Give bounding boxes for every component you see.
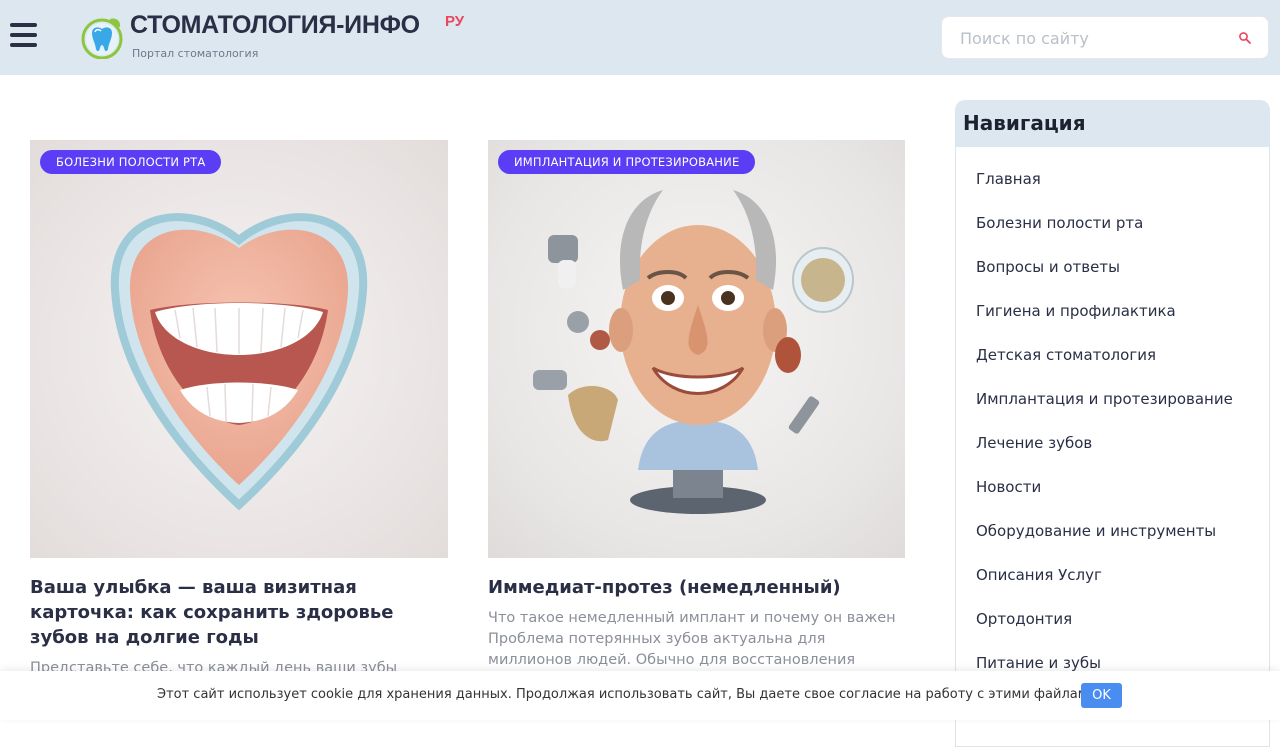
article-image[interactable]: ИМПЛАНТАЦИЯ И ПРОТЕЗИРОВАНИЕ <box>488 140 905 558</box>
category-badge[interactable]: ИМПЛАНТАЦИЯ И ПРОТЕЗИРОВАНИЕ <box>498 150 756 174</box>
search-icon[interactable] <box>1238 31 1252 45</box>
sidebar-item-services[interactable]: Описания Услуг <box>976 566 1102 584</box>
site-logo-suffix: РУ <box>445 13 465 30</box>
cookie-text: Этот сайт использует cookie для хранения… <box>157 687 1101 702</box>
article-image[interactable]: БОЛЕЗНИ ПОЛОСТИ РТА <box>30 140 448 558</box>
search-input[interactable] <box>960 27 1220 49</box>
menu-icon[interactable] <box>10 23 37 51</box>
sidebar-item-home[interactable]: Главная <box>976 170 1041 188</box>
sidebar-item-equipment[interactable]: Оборудование и инструменты <box>976 522 1216 540</box>
search-box <box>941 16 1269 59</box>
caricature-illustration <box>533 190 854 514</box>
site-logo-title[interactable]: СТОМАТОЛОГИЯ-ИНФО <box>130 11 420 40</box>
sidebar-item-hygiene[interactable]: Гигиена и профилактика <box>976 302 1176 320</box>
sidebar-header: Навигация <box>955 100 1270 147</box>
sidebar-title: Навигация <box>963 111 1086 135</box>
sidebar-nav: Главная Болезни полости рта Вопросы и от… <box>955 147 1270 747</box>
sidebar-item-news[interactable]: Новости <box>976 478 1041 496</box>
category-badge[interactable]: БОЛЕЗНИ ПОЛОСТИ РТА <box>40 150 222 174</box>
sidebar-item-questions[interactable]: Вопросы и ответы <box>976 258 1120 276</box>
site-tagline: Портал стоматология <box>132 47 259 60</box>
cookie-ok-button[interactable]: OK <box>1081 683 1122 708</box>
sidebar-item-nutrition[interactable]: Питание и зубы <box>976 654 1101 672</box>
sidebar-item-treatment[interactable]: Лечение зубов <box>976 434 1092 452</box>
sidebar-item-implants[interactable]: Имплантация и протезирование <box>976 390 1233 408</box>
site-header: СТОМАТОЛОГИЯ-ИНФО РУ Портал стоматология <box>0 0 1280 75</box>
sidebar-item-mouth-diseases[interactable]: Болезни полости рта <box>976 214 1143 232</box>
sidebar-item-orthodontics[interactable]: Ортодонтия <box>976 610 1072 628</box>
sidebar-item-pediatric[interactable]: Детская стоматология <box>976 346 1156 364</box>
smile-illustration <box>110 213 368 511</box>
article-card[interactable]: ИМПЛАНТАЦИЯ И ПРОТЕЗИРОВАНИЕ Иммедиат-пр… <box>488 140 905 671</box>
tooth-logo-icon[interactable] <box>80 15 124 59</box>
article-card[interactable]: БОЛЕЗНИ ПОЛОСТИ РТА Ваша улыбка — ваша в… <box>30 140 448 679</box>
cookie-banner: Этот сайт использует cookie для хранения… <box>0 671 1280 720</box>
article-excerpt: Что такое немедленный имплант и почему о… <box>488 610 896 668</box>
article-title[interactable]: Иммедиат-протез (немедленный) <box>488 575 905 600</box>
article-title[interactable]: Ваша улыбка — ваша визитная карточка: ка… <box>30 575 448 650</box>
